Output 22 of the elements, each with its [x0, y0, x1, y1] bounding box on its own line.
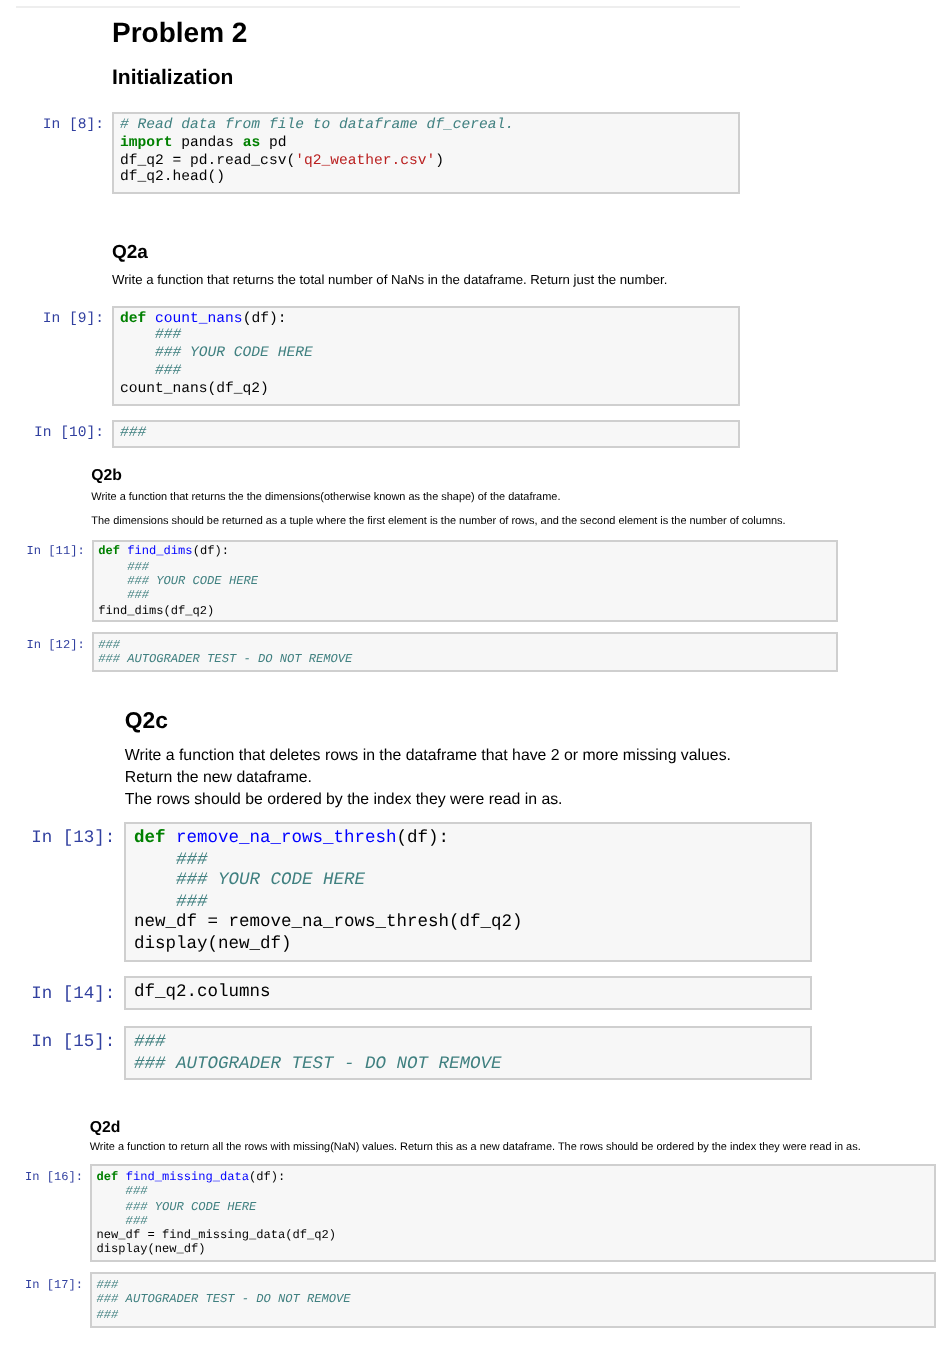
code-line: df_q2.columns	[133, 982, 273, 1004]
cell-prompt: In [14]:	[31, 981, 116, 1005]
code-cell[interactable]: def remove_na_rows_thresh(df): ### ### YOUR CODE HERE ### new_df = remove_na_rows_thresh(df_q2) display(new_df)	[124, 821, 812, 962]
code-line: ### AUTOGRADER TEST - DO NOT REMOVE	[133, 1053, 504, 1075]
section-heading: Initialization	[112, 66, 236, 90]
code-line: new_df = remove_na_rows_thresh(df_q2)	[133, 912, 525, 934]
code-cell[interactable]: df_q2.columns	[124, 976, 812, 1011]
code-line: display(new_df)	[133, 933, 294, 955]
code-cell[interactable]: ### ### AUTOGRADER TEST - DO NOT REMOVE	[124, 1025, 812, 1081]
code-line: ### YOUR CODE HERE	[173, 870, 368, 892]
code-line: def remove_na_rows_thresh(df):	[133, 828, 452, 850]
instruction-text: The rows should be ordered by the index they were read in as.	[124, 788, 565, 812]
question-heading: Q2c	[124, 709, 170, 734]
cell-prompt: In [13]:	[31, 826, 116, 851]
code-line: ###	[133, 1031, 168, 1053]
instruction-text: Return the new dataframe.	[124, 766, 314, 789]
notebook-title: Problem 2	[112, 14, 250, 48]
question-heading: Q2a	[112, 242, 150, 265]
instruction-text: Write a function that deletes rows in the dataframe that have 2 or more missing values.	[124, 743, 733, 767]
code-line: ###	[173, 891, 210, 913]
code-line: ###	[173, 849, 210, 871]
cell-prompt: In [15]:	[31, 1030, 116, 1054]
